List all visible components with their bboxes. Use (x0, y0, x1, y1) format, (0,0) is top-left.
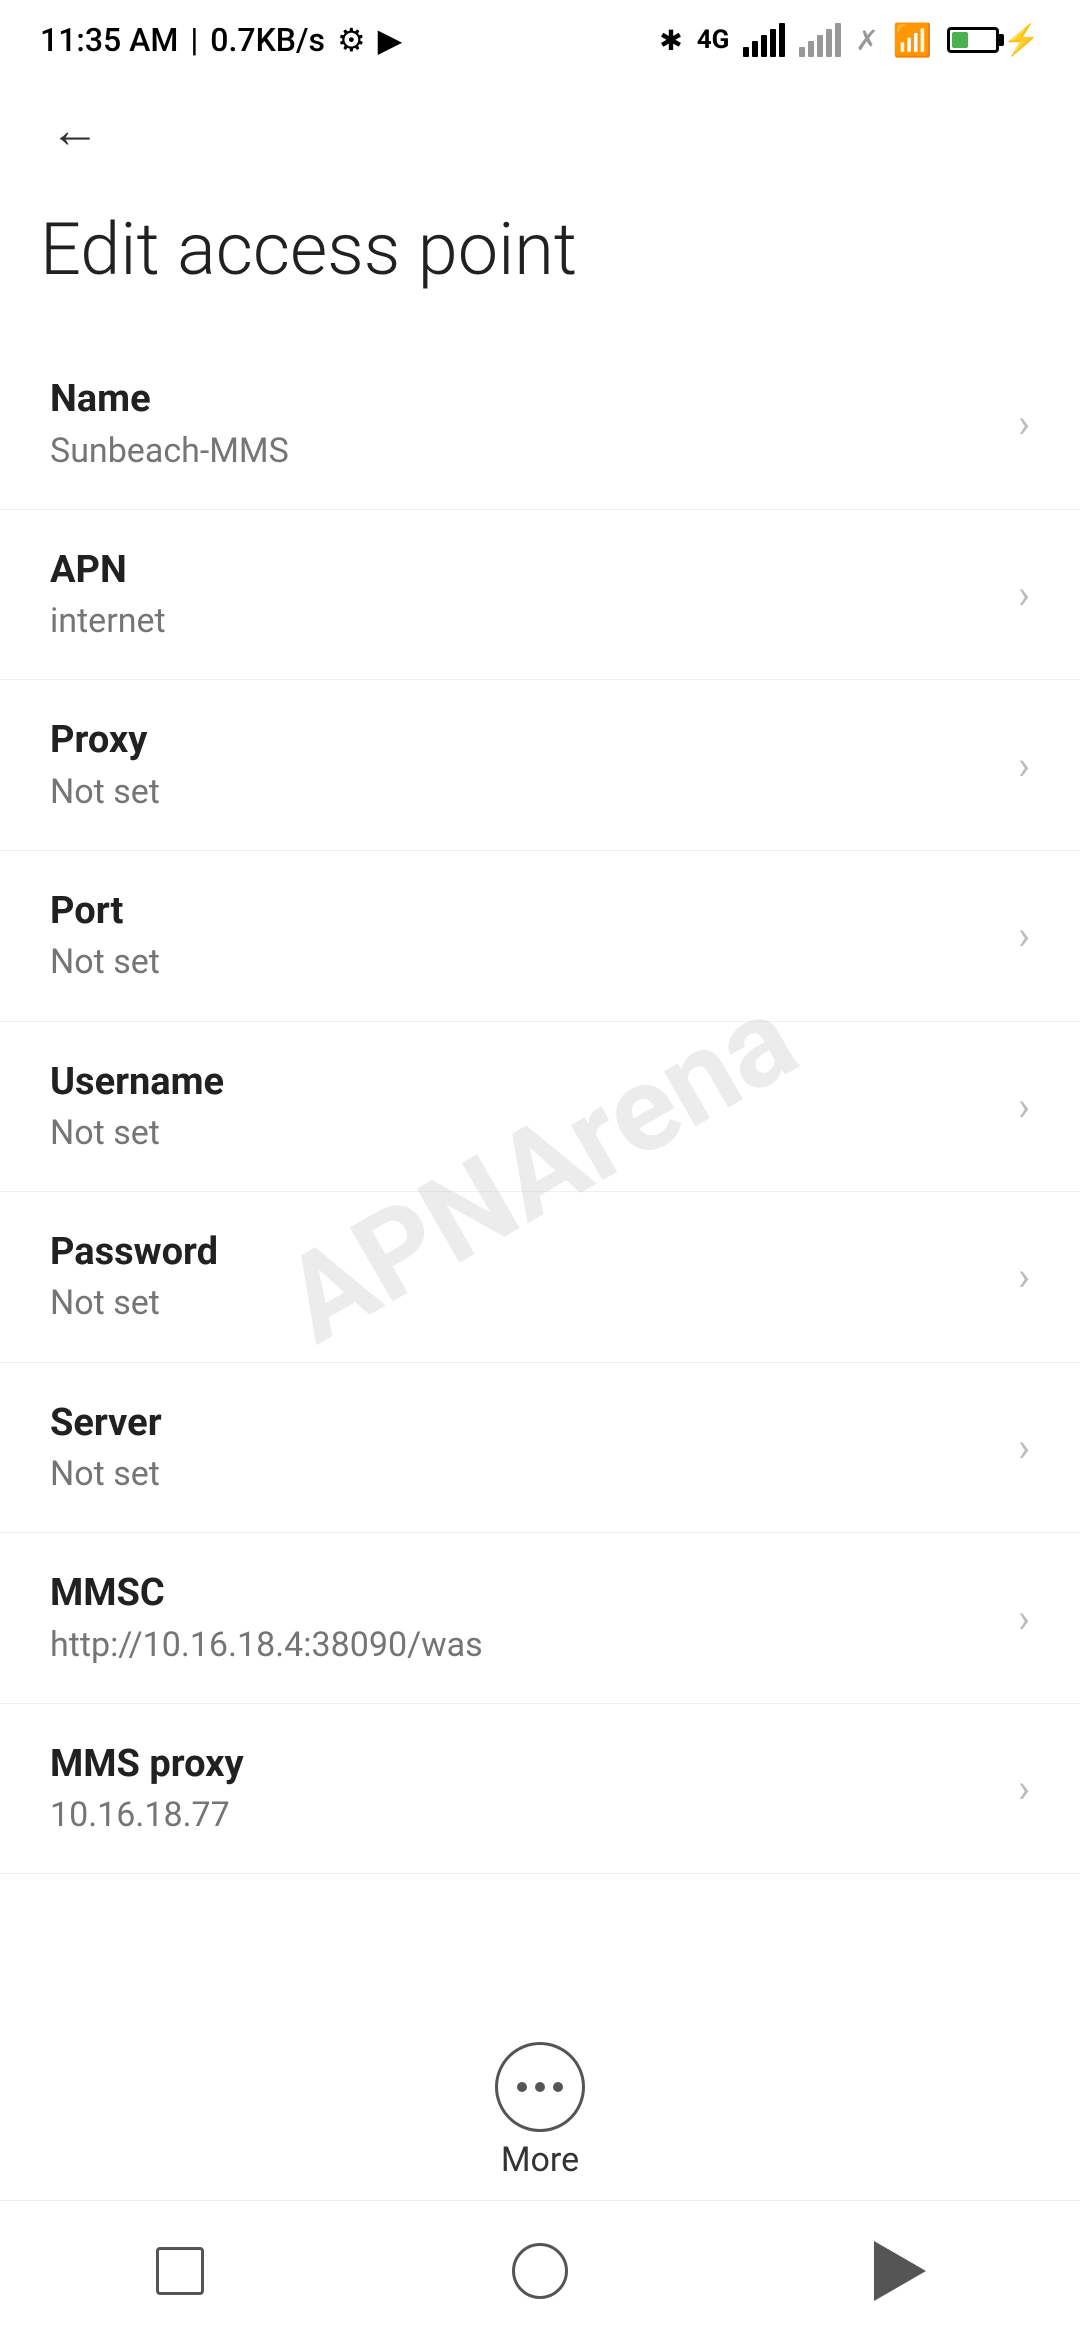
settings-item-server[interactable]: Server Not set › (0, 1363, 1080, 1534)
settings-item-mmsc[interactable]: MMSC http://10.16.18.4:38090/was › (0, 1533, 1080, 1704)
settings-item-value: 10.16.18.77 (50, 1793, 998, 1837)
chevron-right-icon: › (1018, 1595, 1030, 1642)
settings-item-label: Server (50, 1399, 998, 1448)
settings-item-username[interactable]: Username Not set › (0, 1022, 1080, 1193)
battery-fill (952, 32, 968, 48)
settings-item-content: MMS proxy 10.16.18.77 (50, 1740, 998, 1838)
chevron-right-icon: › (1018, 1424, 1030, 1471)
status-left: 11:35 AM | 0.7KB/s ⚙ ▶ (40, 21, 402, 59)
settings-item-name[interactable]: Name Sunbeach-MMS › (0, 339, 1080, 510)
settings-item-port[interactable]: Port Not set › (0, 851, 1080, 1022)
settings-item-content: APN internet (50, 546, 998, 644)
settings-item-content: Server Not set (50, 1399, 998, 1497)
more-label: More (501, 2140, 579, 2180)
settings-item-proxy[interactable]: Proxy Not set › (0, 680, 1080, 851)
bottom-area: More (0, 2042, 1080, 2180)
time-display: 11:35 AM (40, 21, 178, 59)
settings-item-label: MMS proxy (50, 1740, 998, 1789)
recent-apps-icon (156, 2247, 204, 2295)
settings-item-content: Password Not set (50, 1228, 998, 1326)
settings-item-label: Proxy (50, 716, 998, 765)
gear-icon: ⚙ (337, 21, 366, 59)
settings-item-label: Name (50, 375, 998, 424)
toolbar: ← (0, 80, 1080, 180)
bluetooth-icon: ✱ (659, 24, 682, 57)
more-dot-2 (535, 2082, 545, 2092)
network-speed: 0.7KB/s (210, 21, 325, 59)
settings-item-label: Password (50, 1228, 998, 1277)
network-type: 4G (697, 25, 730, 55)
settings-item-label: Port (50, 887, 998, 936)
back-nav-button[interactable] (840, 2231, 960, 2311)
settings-item-content: MMSC http://10.16.18.4:38090/was (50, 1569, 998, 1667)
status-right: ✱ 4G ✗ 📶 ⚡ (659, 21, 1040, 59)
chevron-right-icon: › (1018, 1083, 1030, 1130)
signal-bars-secondary (799, 23, 841, 57)
settings-item-password[interactable]: Password Not set › (0, 1192, 1080, 1363)
status-bar: 11:35 AM | 0.7KB/s ⚙ ▶ ✱ 4G ✗ 📶 ⚡ (0, 0, 1080, 80)
no-signal-icon: ✗ (855, 24, 878, 57)
wifi-icon: 📶 (893, 21, 933, 59)
settings-item-value: http://10.16.18.4:38090/was (50, 1623, 998, 1667)
more-dot-3 (553, 2082, 563, 2092)
settings-item-value: Not set (50, 940, 998, 984)
settings-item-value: Sunbeach-MMS (50, 429, 998, 473)
settings-item-apn[interactable]: APN internet › (0, 510, 1080, 681)
back-button[interactable]: ← (40, 95, 110, 165)
settings-item-value: Not set (50, 1111, 998, 1155)
battery-indicator: ⚡ (947, 23, 1040, 58)
more-dot-1 (517, 2082, 527, 2092)
more-circle-icon (495, 2042, 585, 2132)
nav-bar (0, 2200, 1080, 2340)
settings-item-value: Not set (50, 1452, 998, 1496)
charging-icon: ⚡ (1003, 23, 1040, 58)
chevron-right-icon: › (1018, 400, 1030, 447)
settings-item-label: APN (50, 546, 998, 595)
settings-item-content: Port Not set (50, 887, 998, 985)
recent-apps-button[interactable] (120, 2231, 240, 2311)
signal-bars-primary (743, 23, 785, 57)
settings-item-value: Not set (50, 770, 998, 814)
back-arrow-icon: ← (50, 101, 100, 160)
chevron-right-icon: › (1018, 742, 1030, 789)
more-button[interactable]: More (495, 2042, 585, 2180)
chevron-right-icon: › (1018, 571, 1030, 618)
settings-item-value: Not set (50, 1281, 998, 1325)
settings-item-content: Proxy Not set (50, 716, 998, 814)
page-title: Edit access point (0, 180, 1080, 339)
speed-display: | (190, 21, 198, 59)
back-nav-icon (874, 2241, 926, 2301)
settings-item-label: MMSC (50, 1569, 998, 1618)
settings-list: Name Sunbeach-MMS › APN internet › Proxy… (0, 339, 1080, 1874)
chevron-right-icon: › (1018, 1765, 1030, 1812)
chevron-right-icon: › (1018, 1253, 1030, 1300)
settings-item-label: Username (50, 1058, 998, 1107)
settings-item-content: Username Not set (50, 1058, 998, 1156)
home-button[interactable] (480, 2231, 600, 2311)
home-icon (512, 2243, 568, 2299)
settings-item-content: Name Sunbeach-MMS (50, 375, 998, 473)
chevron-right-icon: › (1018, 912, 1030, 959)
camera-icon: ▶ (378, 21, 403, 59)
settings-item-value: internet (50, 599, 998, 643)
battery-box (947, 27, 999, 53)
settings-item-mms-proxy[interactable]: MMS proxy 10.16.18.77 › (0, 1704, 1080, 1875)
